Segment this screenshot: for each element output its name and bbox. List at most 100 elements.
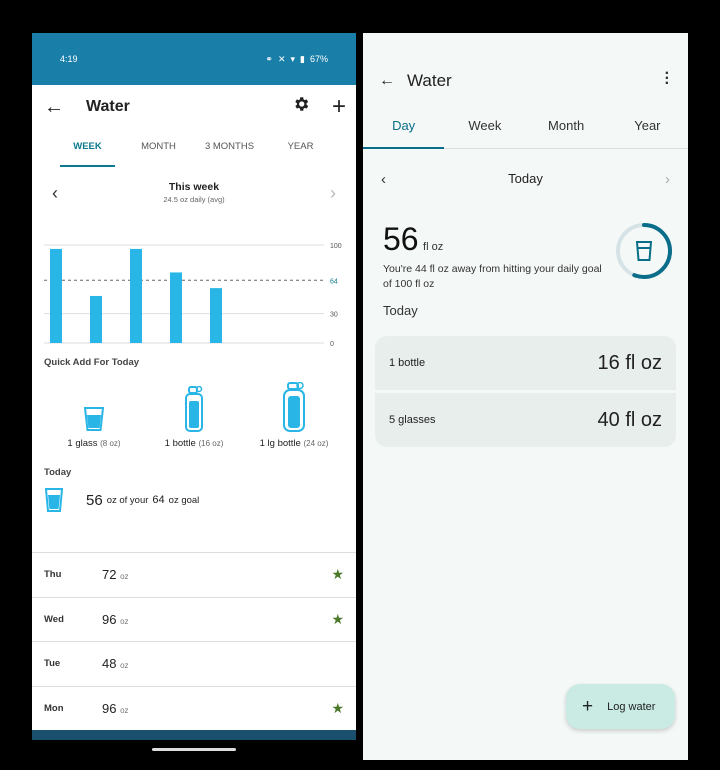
battery-level: 67% (309, 54, 328, 64)
tab-day[interactable]: Day (363, 109, 445, 149)
quick-add-bottle-label: 1 bottle (164, 438, 196, 449)
chevron-left-icon[interactable]: ‹ (381, 171, 386, 188)
glass-icon (83, 407, 105, 431)
page-title: Water (407, 71, 452, 90)
mute-icon: ✕ (277, 53, 286, 64)
today-goal: 64 (152, 494, 165, 506)
day-value: 48 (102, 656, 117, 672)
day-value: 72 (102, 567, 117, 583)
goal-star-icon: ★ (331, 610, 344, 627)
entry-unit: fl oz (625, 408, 662, 431)
goal-description: You're 44 fl oz away from hitting your d… (383, 263, 602, 290)
day-unit: oz (120, 572, 129, 582)
today-header: Today (44, 467, 72, 478)
wifi-icon: ▾ (290, 53, 296, 64)
chevron-left-icon[interactable]: ‹ (52, 183, 58, 204)
tab-month[interactable]: Month (526, 109, 607, 148)
tab-year[interactable]: YEAR (265, 129, 336, 167)
entry-row[interactable]: 1 bottle 16 fl oz (375, 336, 676, 390)
tab-week[interactable]: Week (444, 109, 525, 148)
intake-summary: 56 fl oz You're 44 fl oz away from hitti… (363, 197, 688, 299)
range-subtitle: 24.5 oz daily (avg) (163, 195, 225, 204)
goal-star-icon: ★ (331, 699, 344, 716)
chart-bar (50, 248, 62, 343)
today-section: Today 56 oz of your 64 oz goal (32, 467, 356, 516)
chart-bar (90, 295, 102, 343)
today-header: Today (383, 303, 418, 318)
day-unit: oz (120, 616, 129, 626)
battery-icon: ▮ (300, 53, 305, 64)
quick-add-large-bottle[interactable]: 1 lg bottle (24 oz) (244, 378, 344, 449)
chevron-right-icon[interactable]: › (665, 171, 670, 188)
day-unit: oz (120, 705, 129, 715)
x-tick-label: Wed (128, 350, 143, 351)
tab-3-months[interactable]: 3 MONTHS (194, 129, 265, 167)
status-time: 4:19 (60, 54, 78, 64)
today-text-a: oz of your (106, 494, 149, 506)
entry-name: 1 bottle (389, 357, 426, 369)
quick-add-glass-label: 1 glass (67, 438, 98, 449)
back-arrow-icon[interactable]: ← (379, 72, 395, 90)
quick-add-bottle-unit: (16 oz) (198, 439, 224, 448)
add-icon: + (582, 695, 594, 717)
quick-add-bottle[interactable]: 1 bottle (16 oz) (144, 378, 244, 449)
goal-star-icon: ★ (331, 566, 344, 582)
day-row-wed[interactable]: Wed 96 oz ★ (32, 596, 356, 642)
home-indicator[interactable] (152, 748, 236, 751)
day-label: Wed (44, 613, 64, 625)
tab-month[interactable]: MONTH (123, 129, 194, 167)
y-tick-label: 30 (330, 312, 338, 319)
glass-icon (44, 488, 64, 512)
left-screen: 4:19 ⚭ ✕ ▾ ▮ 67% ← Water + WEEK MONTH 3 … (32, 33, 356, 740)
day-label: Mon (44, 702, 64, 714)
app-bar: ← Water + (32, 85, 356, 129)
day-row-mon[interactable]: Mon 96 oz ★ (32, 685, 356, 731)
more-options-icon[interactable]: · · · (665, 66, 670, 92)
link-icon: ⚭ (265, 53, 273, 64)
log-water-button[interactable]: + Log water (566, 684, 675, 729)
settings-gear-icon[interactable] (292, 95, 310, 118)
y-tick-label: 64 (330, 278, 338, 285)
y-tick-label: 100 (330, 243, 342, 250)
x-tick-label: Sun (289, 350, 302, 351)
app-bar: ← Water · · · (363, 53, 688, 109)
entry-amount: 16 (597, 351, 620, 374)
tab-year[interactable]: Year (607, 109, 688, 148)
bottom-nav-strip (32, 730, 356, 740)
bottle-icon (185, 386, 203, 432)
add-icon[interactable]: + (332, 94, 346, 118)
back-arrow-icon[interactable]: ← (44, 96, 76, 119)
intake-amount: 56 (383, 221, 419, 257)
day-unit: oz (120, 661, 129, 671)
x-tick-label: Fri (211, 350, 221, 351)
period-tabs: WEEK MONTH 3 MONTHS YEAR (32, 129, 356, 167)
x-tick-label: Sat (250, 350, 262, 351)
log-water-label: Log water (607, 700, 656, 713)
chart-bar (210, 288, 222, 343)
daily-history-list: Thu 72 oz ★ Wed 96 oz ★ Tue 48 oz Mon 96… (32, 552, 356, 730)
quick-add-glass-unit: (8 oz) (100, 439, 121, 448)
quick-add-glass[interactable]: 1 glass (8 oz) (44, 378, 144, 449)
quick-add-section: Quick Add For Today 1 glass (8 oz) 1 bot… (32, 357, 356, 449)
entry-row[interactable]: 5 glasses 40 fl oz (375, 393, 676, 447)
quick-add-header: Quick Add For Today (44, 357, 140, 368)
period-tabs: Day Week Month Year (363, 109, 688, 149)
day-value: 96 (102, 700, 117, 716)
x-tick-label: Thu (170, 350, 183, 351)
tab-week[interactable]: WEEK (52, 129, 123, 167)
quick-add-large-bottle-label: 1 lg bottle (259, 438, 301, 449)
day-label: Tue (44, 658, 61, 670)
day-row-tue[interactable]: Tue 48 oz (32, 641, 356, 686)
chevron-right-icon[interactable]: › (330, 183, 336, 204)
weekly-chart-svg: 0 30 64 100 Mon Tue Wed Thu Fri Sat Sun (44, 243, 342, 351)
weekly-chart: 0 30 64 100 Mon Tue Wed Thu Fri Sat Sun (32, 231, 356, 351)
day-label: Thu (44, 569, 62, 581)
day-row-thu[interactable]: Thu 72 oz ★ (32, 552, 356, 597)
cup-icon (635, 241, 653, 261)
chart-bar (130, 248, 142, 343)
intake-entries: 1 bottle 16 fl oz 5 glasses 40 fl oz (363, 336, 688, 447)
progress-ring (616, 223, 672, 279)
chart-bar (170, 272, 182, 343)
range-title: This week (168, 181, 220, 193)
quick-add-large-bottle-unit: (24 oz) (303, 439, 329, 448)
